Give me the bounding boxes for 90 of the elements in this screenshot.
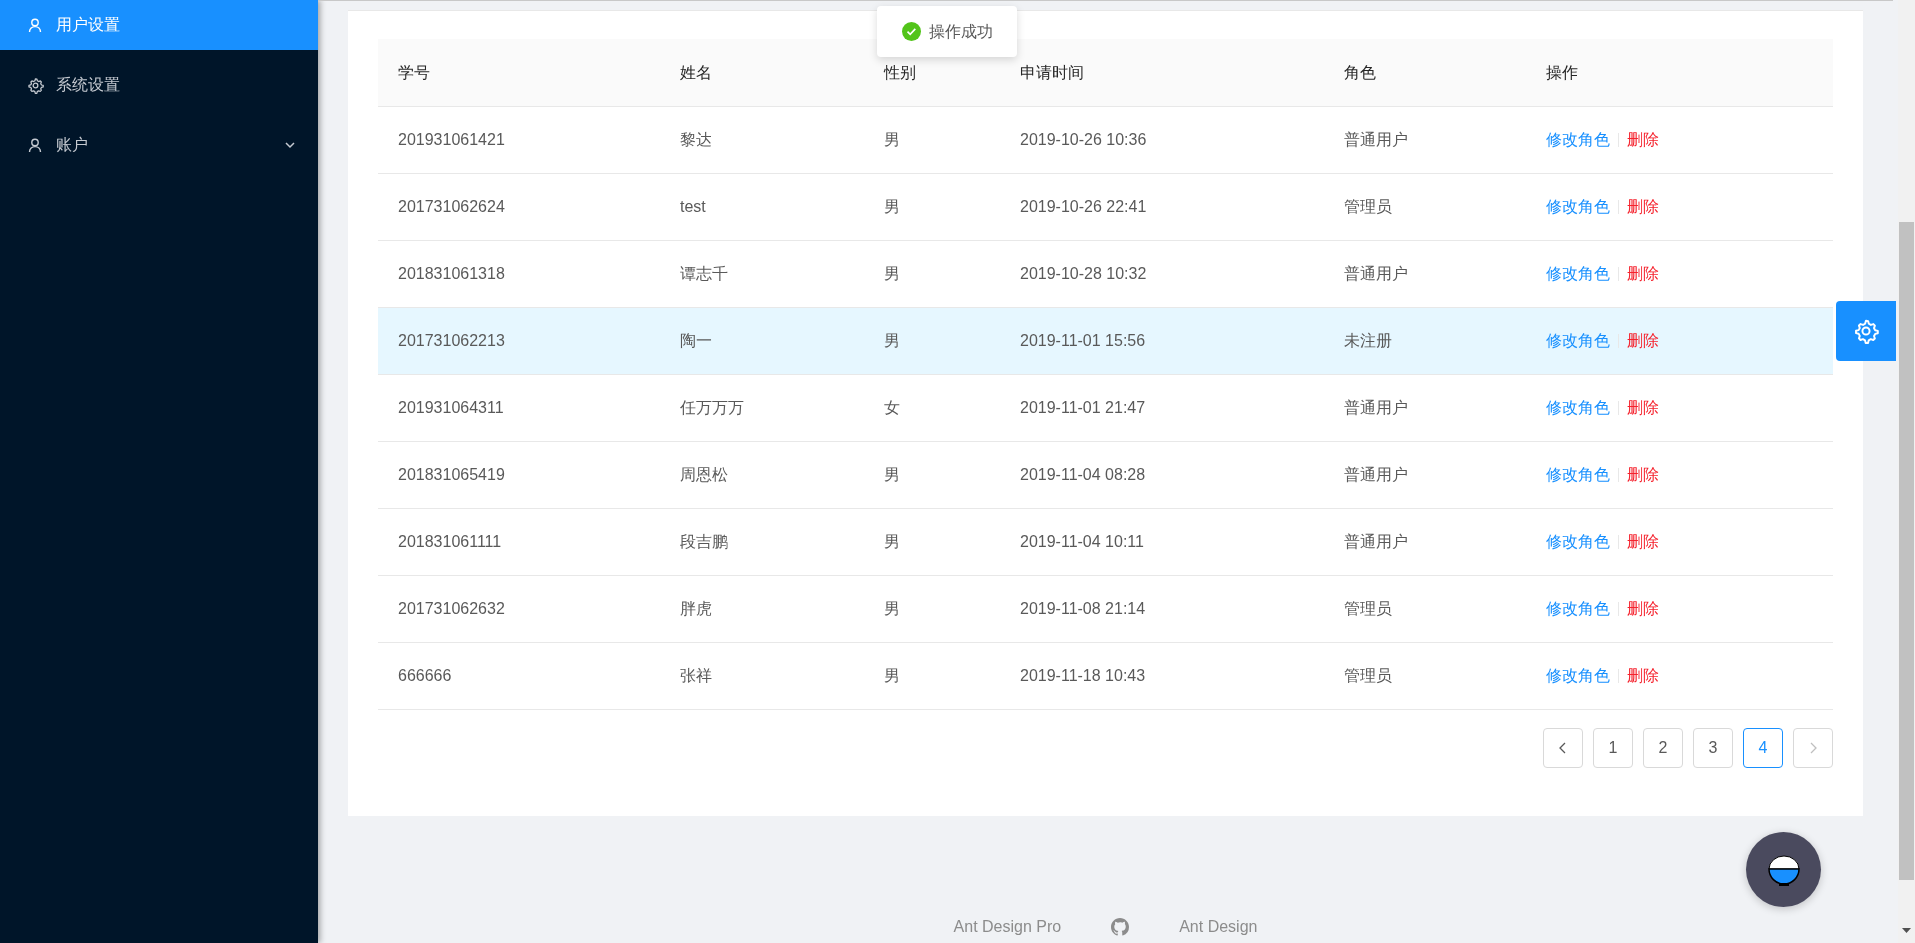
table-cell: test	[680, 198, 706, 215]
user-icon	[27, 17, 43, 33]
table-cell: 2019-10-26 10:36	[1020, 131, 1147, 148]
table-cell: 谭志千	[680, 265, 728, 282]
table-cell: 陶一	[680, 332, 712, 349]
settings-icon	[1853, 318, 1879, 344]
github-icon	[1111, 918, 1130, 936]
toast-message: 操作成功	[877, 6, 1017, 57]
sidebar-item[interactable]: 用户设置	[0, 0, 318, 50]
column-header: 角色	[1344, 63, 1376, 81]
table-cell: 2019-10-26 22:41	[1020, 198, 1147, 215]
settings-button[interactable]	[1836, 301, 1896, 361]
column-header: 申请时间	[1020, 63, 1084, 81]
delete-link[interactable]: 删除	[1627, 396, 1659, 420]
delete-link[interactable]: 删除	[1627, 597, 1659, 621]
table-cell: 2019-11-08 21:14	[1020, 600, 1146, 617]
scrollbar-thumb[interactable]	[1899, 222, 1914, 880]
gear-icon	[27, 76, 44, 94]
table-cell: 男	[884, 265, 900, 282]
table-cell: 管理员	[1344, 198, 1392, 215]
edit-role-link[interactable]: 修改角色	[1546, 262, 1610, 286]
table-cell: 普通用户	[1344, 466, 1408, 483]
table-cell: 任万万万	[680, 399, 744, 416]
column-header: 姓名	[680, 63, 712, 81]
table-cell: 201731062213	[398, 332, 505, 349]
table-cell: 2019-10-28 10:32	[1020, 265, 1147, 282]
table-cell: 未注册	[1344, 332, 1392, 349]
table-cell: 周恩松	[680, 466, 728, 483]
table-cell: 普通用户	[1344, 533, 1408, 550]
table-cell: 男	[884, 667, 900, 684]
table-cell: 男	[884, 332, 900, 349]
edit-role-link[interactable]: 修改角色	[1546, 597, 1610, 621]
table-cell: 管理员	[1344, 600, 1392, 617]
table-cell: 黎达	[680, 131, 712, 148]
table-cell: 女	[884, 399, 900, 416]
delete-link[interactable]: 删除	[1627, 664, 1659, 688]
floating-action-button[interactable]	[1746, 832, 1821, 907]
scroll-down-arrow-icon[interactable]	[1902, 928, 1911, 933]
delete-link[interactable]: 删除	[1627, 195, 1659, 219]
delete-link[interactable]: 删除	[1627, 530, 1659, 554]
table-cell: 201831061318	[398, 265, 505, 282]
column-header: 学号	[398, 63, 430, 81]
table-cell: 201931064311	[398, 399, 504, 416]
column-header: 操作	[1546, 63, 1578, 81]
footer-link[interactable]: Ant Design Pro	[953, 915, 1062, 939]
table-cell: 2019-11-01 21:47	[1020, 399, 1146, 416]
table-cell: 2019-11-01 15:56	[1020, 332, 1146, 349]
table-cell: 男	[884, 131, 900, 148]
table-cell: 666666	[398, 667, 452, 684]
table-cell: 普通用户	[1344, 399, 1408, 416]
column-header: 性别	[884, 63, 916, 81]
table-cell: 201831061111	[398, 533, 502, 550]
edit-role-link[interactable]: 修改角色	[1546, 128, 1610, 152]
delete-link[interactable]: 删除	[1627, 329, 1659, 353]
page-button[interactable]: 2	[1643, 728, 1683, 768]
delete-link[interactable]: 删除	[1627, 262, 1659, 286]
delete-link[interactable]: 删除	[1627, 128, 1659, 152]
rice-bowl-icon	[1766, 852, 1801, 887]
edit-role-link[interactable]: 修改角色	[1546, 329, 1610, 353]
delete-link[interactable]: 删除	[1627, 463, 1659, 487]
table-cell: 201731062624	[398, 198, 505, 215]
table-cell: 201831065419	[398, 466, 505, 483]
table-cell: 普通用户	[1344, 131, 1408, 148]
edit-role-link[interactable]: 修改角色	[1546, 463, 1610, 487]
table-cell: 段吉鹏	[680, 533, 728, 550]
table-cell: 男	[884, 198, 900, 215]
check-circle-icon	[901, 22, 921, 41]
table-cell: 男	[884, 600, 900, 617]
table-cell: 201931061421	[398, 131, 505, 148]
page-button[interactable]: 4	[1743, 728, 1783, 768]
edit-role-link[interactable]: 修改角色	[1546, 530, 1610, 554]
table-cell: 2019-11-04 10:11	[1020, 533, 1144, 550]
footer-link[interactable]: Ant Design	[1179, 915, 1258, 939]
table-cell: 普通用户	[1344, 265, 1408, 282]
table-cell: 胖虎	[680, 600, 712, 617]
table-cell: 男	[884, 466, 900, 483]
table-cell: 管理员	[1344, 667, 1392, 684]
user-icon	[27, 137, 43, 153]
edit-role-link[interactable]: 修改角色	[1546, 396, 1610, 420]
table-cell: 男	[884, 533, 900, 550]
table-cell: 2019-11-18 10:43	[1020, 667, 1146, 684]
sidebar-item[interactable]: 账户	[0, 120, 318, 170]
page-button[interactable]: 3	[1693, 728, 1733, 768]
edit-role-link[interactable]: 修改角色	[1546, 195, 1610, 219]
table-cell: 201731062632	[398, 600, 505, 617]
page-button[interactable]: 1	[1593, 728, 1633, 768]
sidebar-item[interactable]: 系统设置	[0, 60, 318, 110]
table-cell: 张祥	[680, 667, 712, 684]
edit-role-link[interactable]: 修改角色	[1546, 664, 1610, 688]
table-cell: 2019-11-04 08:28	[1020, 466, 1146, 483]
